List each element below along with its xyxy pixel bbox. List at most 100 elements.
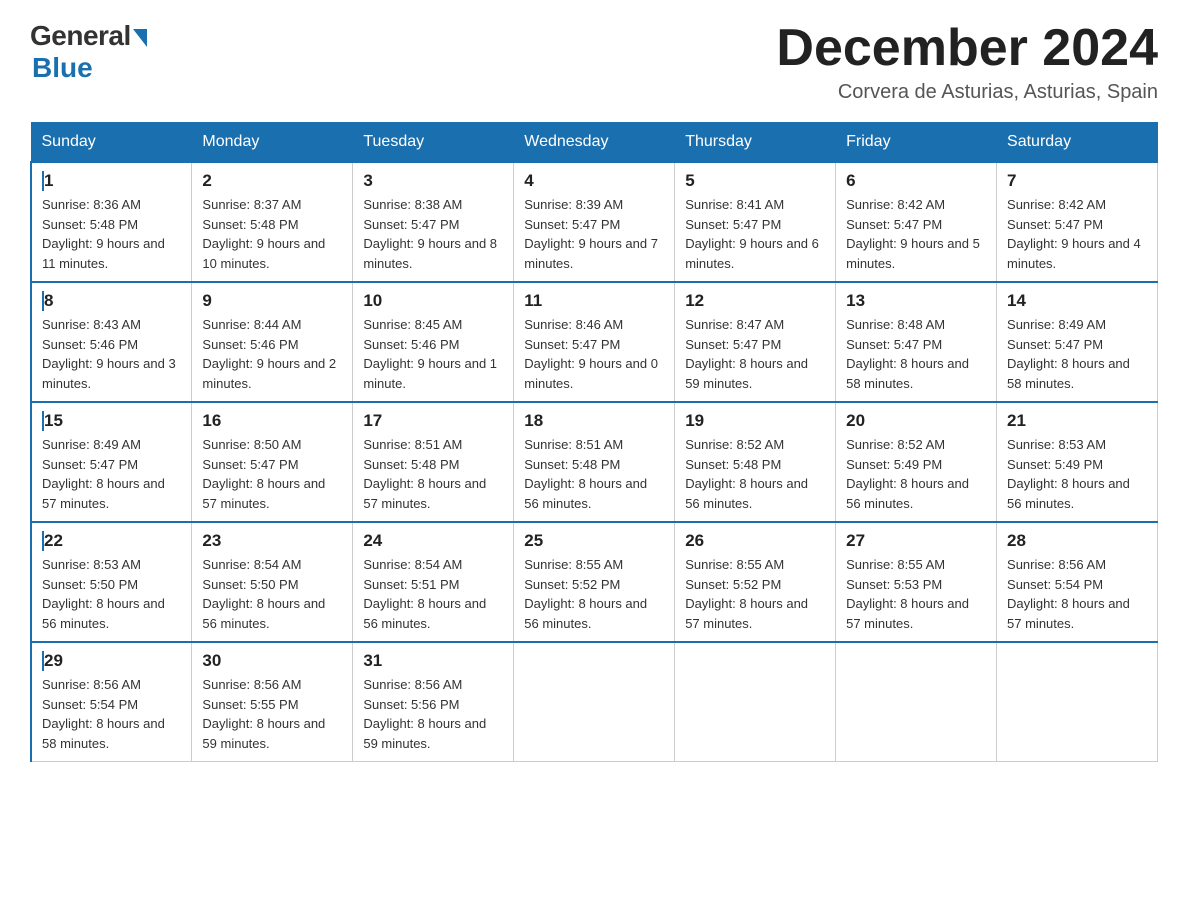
calendar-cell: 13 Sunrise: 8:48 AMSunset: 5:47 PMDayligh… — [836, 282, 997, 402]
day-info: Sunrise: 8:42 AMSunset: 5:47 PMDaylight:… — [846, 195, 986, 273]
day-number: 9 — [202, 291, 342, 311]
calendar-cell: 11 Sunrise: 8:46 AMSunset: 5:47 PMDayligh… — [514, 282, 675, 402]
calendar-cell: 2 Sunrise: 8:37 AMSunset: 5:48 PMDaylight… — [192, 162, 353, 282]
day-info: Sunrise: 8:56 AMSunset: 5:56 PMDaylight:… — [363, 675, 503, 753]
day-number: 15 — [42, 411, 181, 431]
calendar-cell: 9 Sunrise: 8:44 AMSunset: 5:46 PMDaylight… — [192, 282, 353, 402]
day-info: Sunrise: 8:56 AMSunset: 5:54 PMDaylight:… — [1007, 555, 1147, 633]
day-number: 14 — [1007, 291, 1147, 311]
day-number: 27 — [846, 531, 986, 551]
day-number: 7 — [1007, 171, 1147, 191]
day-info: Sunrise: 8:42 AMSunset: 5:47 PMDaylight:… — [1007, 195, 1147, 273]
day-number: 22 — [42, 531, 181, 551]
day-info: Sunrise: 8:46 AMSunset: 5:47 PMDaylight:… — [524, 315, 664, 393]
calendar-cell: 6 Sunrise: 8:42 AMSunset: 5:47 PMDaylight… — [836, 162, 997, 282]
calendar-cell: 30 Sunrise: 8:56 AMSunset: 5:55 PMDayligh… — [192, 642, 353, 762]
calendar-cell: 5 Sunrise: 8:41 AMSunset: 5:47 PMDaylight… — [675, 162, 836, 282]
day-number: 10 — [363, 291, 503, 311]
calendar-week-row: 29Sunrise: 8:56 AMSunset: 5:54 PMDayligh… — [31, 642, 1158, 762]
day-number: 4 — [524, 171, 664, 191]
calendar-cell: 28 Sunrise: 8:56 AMSunset: 5:54 PMDayligh… — [997, 522, 1158, 642]
calendar-cell — [836, 642, 997, 762]
day-number: 23 — [202, 531, 342, 551]
day-number: 25 — [524, 531, 664, 551]
calendar-cell: 10 Sunrise: 8:45 AMSunset: 5:46 PMDayligh… — [353, 282, 514, 402]
day-info: Sunrise: 8:52 AMSunset: 5:49 PMDaylight:… — [846, 435, 986, 513]
calendar-cell: 24 Sunrise: 8:54 AMSunset: 5:51 PMDayligh… — [353, 522, 514, 642]
calendar-cell: 31 Sunrise: 8:56 AMSunset: 5:56 PMDayligh… — [353, 642, 514, 762]
calendar-cell: 17Sunrise: 8:51 AMSunset: 5:48 PMDayligh… — [353, 402, 514, 522]
calendar-cell: 23 Sunrise: 8:54 AMSunset: 5:50 PMDayligh… — [192, 522, 353, 642]
day-info: Sunrise: 8:48 AMSunset: 5:47 PMDaylight:… — [846, 315, 986, 393]
day-number: 24 — [363, 531, 503, 551]
day-number: 16 — [202, 411, 342, 431]
day-info: Sunrise: 8:51 AMSunset: 5:48 PMDaylight:… — [363, 435, 503, 513]
day-number: 26 — [685, 531, 825, 551]
day-info: Sunrise: 8:45 AMSunset: 5:46 PMDaylight:… — [363, 315, 503, 393]
calendar-cell: 8 Sunrise: 8:43 AMSunset: 5:46 PMDaylight… — [31, 282, 192, 402]
logo-arrow-icon — [133, 29, 147, 47]
day-info: Sunrise: 8:41 AMSunset: 5:47 PMDaylight:… — [685, 195, 825, 273]
calendar-table: SundayMondayTuesdayWednesdayThursdayFrid… — [30, 122, 1158, 762]
day-number: 13 — [846, 291, 986, 311]
calendar-cell: 19Sunrise: 8:52 AMSunset: 5:48 PMDayligh… — [675, 402, 836, 522]
day-info: Sunrise: 8:53 AMSunset: 5:50 PMDaylight:… — [42, 555, 181, 633]
calendar-cell — [997, 642, 1158, 762]
calendar-cell — [675, 642, 836, 762]
weekday-header-sunday: Sunday — [31, 123, 192, 163]
day-number: 8 — [42, 291, 181, 311]
calendar-header-row: SundayMondayTuesdayWednesdayThursdayFrid… — [31, 123, 1158, 163]
day-info: Sunrise: 8:56 AMSunset: 5:54 PMDaylight:… — [42, 675, 181, 753]
calendar-cell: 26 Sunrise: 8:55 AMSunset: 5:52 PMDayligh… — [675, 522, 836, 642]
title-section: December 2024 Corvera de Asturias, Astur… — [776, 20, 1158, 104]
calendar-cell: 15 Sunrise: 8:49 AMSunset: 5:47 PMDayligh… — [31, 402, 192, 522]
logo: General Blue — [30, 20, 147, 84]
calendar-cell: 22 Sunrise: 8:53 AMSunset: 5:50 PMDayligh… — [31, 522, 192, 642]
weekday-header-monday: Monday — [192, 123, 353, 163]
day-number: 19 — [685, 411, 825, 431]
day-number: 31 — [363, 651, 503, 671]
day-info: Sunrise: 8:47 AMSunset: 5:47 PMDaylight:… — [685, 315, 825, 393]
day-number: 11 — [524, 291, 664, 311]
weekday-header-friday: Friday — [836, 123, 997, 163]
day-info: Sunrise: 8:54 AMSunset: 5:50 PMDaylight:… — [202, 555, 342, 633]
weekday-header-saturday: Saturday — [997, 123, 1158, 163]
calendar-cell: 16 Sunrise: 8:50 AMSunset: 5:47 PMDayligh… — [192, 402, 353, 522]
calendar-cell: 20 Sunrise: 8:52 AMSunset: 5:49 PMDayligh… — [836, 402, 997, 522]
day-info: Sunrise: 8:56 AMSunset: 5:55 PMDaylight:… — [202, 675, 342, 753]
day-info: Sunrise: 8:51 AMSunset: 5:48 PMDaylight:… — [524, 435, 664, 513]
weekday-header-tuesday: Tuesday — [353, 123, 514, 163]
day-info: Sunrise: 8:49 AMSunset: 5:47 PMDaylight:… — [42, 435, 181, 513]
day-number: 28 — [1007, 531, 1147, 551]
month-year-title: December 2024 — [776, 20, 1158, 77]
calendar-cell: 3Sunrise: 8:38 AMSunset: 5:47 PMDaylight… — [353, 162, 514, 282]
day-number: 3 — [363, 171, 503, 191]
day-info: Sunrise: 8:43 AMSunset: 5:46 PMDaylight:… — [42, 315, 181, 393]
calendar-week-row: 22 Sunrise: 8:53 AMSunset: 5:50 PMDayligh… — [31, 522, 1158, 642]
calendar-week-row: 1Sunrise: 8:36 AMSunset: 5:48 PMDaylight… — [31, 162, 1158, 282]
day-number: 5 — [685, 171, 825, 191]
location-subtitle: Corvera de Asturias, Asturias, Spain — [776, 81, 1158, 104]
weekday-header-wednesday: Wednesday — [514, 123, 675, 163]
calendar-cell: 1Sunrise: 8:36 AMSunset: 5:48 PMDaylight… — [31, 162, 192, 282]
day-info: Sunrise: 8:55 AMSunset: 5:52 PMDaylight:… — [685, 555, 825, 633]
day-number: 18 — [524, 411, 664, 431]
logo-general-text: General — [30, 20, 131, 52]
calendar-cell: 4Sunrise: 8:39 AMSunset: 5:47 PMDaylight… — [514, 162, 675, 282]
weekday-header-thursday: Thursday — [675, 123, 836, 163]
day-info: Sunrise: 8:53 AMSunset: 5:49 PMDaylight:… — [1007, 435, 1147, 513]
day-info: Sunrise: 8:55 AMSunset: 5:52 PMDaylight:… — [524, 555, 664, 633]
day-number: 30 — [202, 651, 342, 671]
day-info: Sunrise: 8:50 AMSunset: 5:47 PMDaylight:… — [202, 435, 342, 513]
calendar-cell: 27Sunrise: 8:55 AMSunset: 5:53 PMDayligh… — [836, 522, 997, 642]
day-info: Sunrise: 8:37 AMSunset: 5:48 PMDaylight:… — [202, 195, 342, 273]
day-number: 20 — [846, 411, 986, 431]
calendar-cell: 29Sunrise: 8:56 AMSunset: 5:54 PMDayligh… — [31, 642, 192, 762]
calendar-cell: 7 Sunrise: 8:42 AMSunset: 5:47 PMDaylight… — [997, 162, 1158, 282]
day-number: 2 — [202, 171, 342, 191]
day-info: Sunrise: 8:44 AMSunset: 5:46 PMDaylight:… — [202, 315, 342, 393]
calendar-week-row: 15 Sunrise: 8:49 AMSunset: 5:47 PMDayligh… — [31, 402, 1158, 522]
day-info: Sunrise: 8:54 AMSunset: 5:51 PMDaylight:… — [363, 555, 503, 633]
day-info: Sunrise: 8:49 AMSunset: 5:47 PMDaylight:… — [1007, 315, 1147, 393]
day-number: 6 — [846, 171, 986, 191]
